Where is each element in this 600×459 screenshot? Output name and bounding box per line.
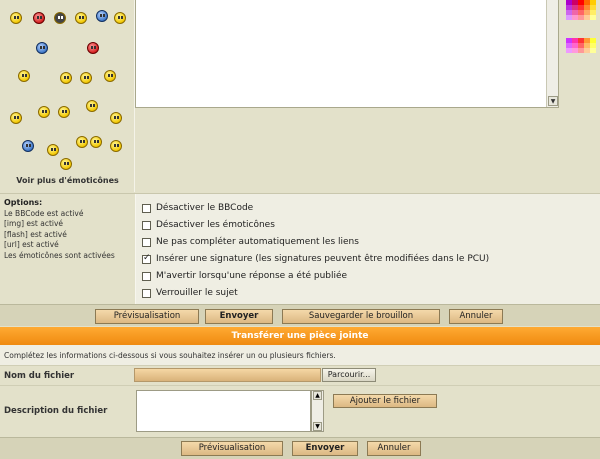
preview-button[interactable]: Prévisualisation [181, 441, 283, 456]
option-notify[interactable]: M'avertir lorsqu'une réponse a été publi… [142, 269, 347, 283]
checkbox[interactable] [142, 203, 151, 213]
description-scrollbar[interactable]: ▲ ▼ [311, 390, 324, 432]
checkbox[interactable] [142, 220, 151, 230]
options-checkboxes: Désactiver le BBCode Désactiver les émot… [135, 194, 600, 305]
add-file-button[interactable]: Ajouter le fichier [333, 394, 437, 408]
attachment-description: Complétez les informations ci-dessous si… [0, 345, 600, 366]
options-status: Options: Le BBCode est activé [img] est … [0, 194, 134, 305]
option-no-autolink[interactable]: Ne pas compléter automatiquement les lie… [142, 235, 359, 249]
browse-button[interactable]: Parcourir... [322, 368, 376, 382]
option-lock-topic[interactable]: Verrouiller le sujet [142, 286, 238, 300]
checkbox[interactable] [142, 271, 151, 281]
status-bbcode: Le BBCode est activé [4, 208, 84, 218]
file-description-label: Description du fichier [4, 406, 108, 416]
more-emoticons-link[interactable]: Voir plus d'émoticônes [0, 176, 135, 185]
checkbox-checked[interactable] [142, 253, 151, 264]
status-url: [url] est activé [4, 240, 59, 249]
attachment-header: Transférer une pièce jointe [0, 327, 600, 345]
checkbox-label: Insérer une signature (les signatures pe… [156, 254, 490, 264]
checkbox-label: Verrouiller le sujet [156, 288, 238, 298]
submit-button[interactable]: Envoyer [205, 309, 273, 324]
option-signature[interactable]: Insérer une signature (les signatures pe… [142, 252, 489, 266]
file-description-textarea[interactable] [136, 390, 311, 432]
cancel-button[interactable]: Annuler [449, 309, 503, 324]
scroll-down-icon[interactable]: ▼ [313, 422, 322, 431]
message-textarea[interactable]: ▼ [135, 0, 559, 108]
file-input[interactable] [134, 368, 321, 382]
submit-button[interactable]: Envoyer [292, 441, 358, 456]
status-flash: [flash] est activé [4, 229, 67, 239]
color-palette[interactable] [566, 0, 596, 58]
emoticon-panel: Voir plus d'émoticônes [0, 0, 135, 192]
scroll-down-icon[interactable]: ▼ [548, 96, 558, 106]
status-emoticons: Les émoticônes sont activées [4, 250, 115, 260]
options-title: Options: [4, 198, 43, 207]
option-disable-bbcode[interactable]: Désactiver le BBCode [142, 201, 253, 215]
checkbox-label: Désactiver les émoticônes [156, 220, 275, 230]
bottom-submit-bar: Prévisualisation Envoyer Annuler [0, 437, 600, 459]
checkbox-label: M'avertir lorsqu'une réponse a été publi… [156, 271, 348, 281]
posting-form: Voir plus d'émoticônes ▼ Options: Le BBC… [0, 0, 600, 459]
checkbox-label: Désactiver le BBCode [156, 203, 254, 213]
save-draft-button[interactable]: Sauvegarder le brouillon [282, 309, 440, 324]
options-section: Options: Le BBCode est activé [img] est … [0, 193, 600, 305]
cancel-button[interactable]: Annuler [367, 441, 421, 456]
scroll-up-icon[interactable]: ▲ [313, 391, 322, 400]
option-disable-emoticons[interactable]: Désactiver les émoticônes [142, 218, 275, 232]
checkbox-label: Ne pas compléter automatiquement les lie… [156, 237, 359, 247]
checkbox[interactable] [142, 288, 151, 298]
checkbox[interactable] [142, 237, 151, 247]
preview-button[interactable]: Prévisualisation [95, 309, 199, 324]
textarea-scrollbar[interactable]: ▼ [546, 0, 558, 107]
file-label: Nom du fichier [4, 371, 75, 381]
status-img: [img] est activé [4, 219, 64, 228]
submit-bar: Prévisualisation Envoyer Sauvegarder le … [0, 304, 600, 326]
